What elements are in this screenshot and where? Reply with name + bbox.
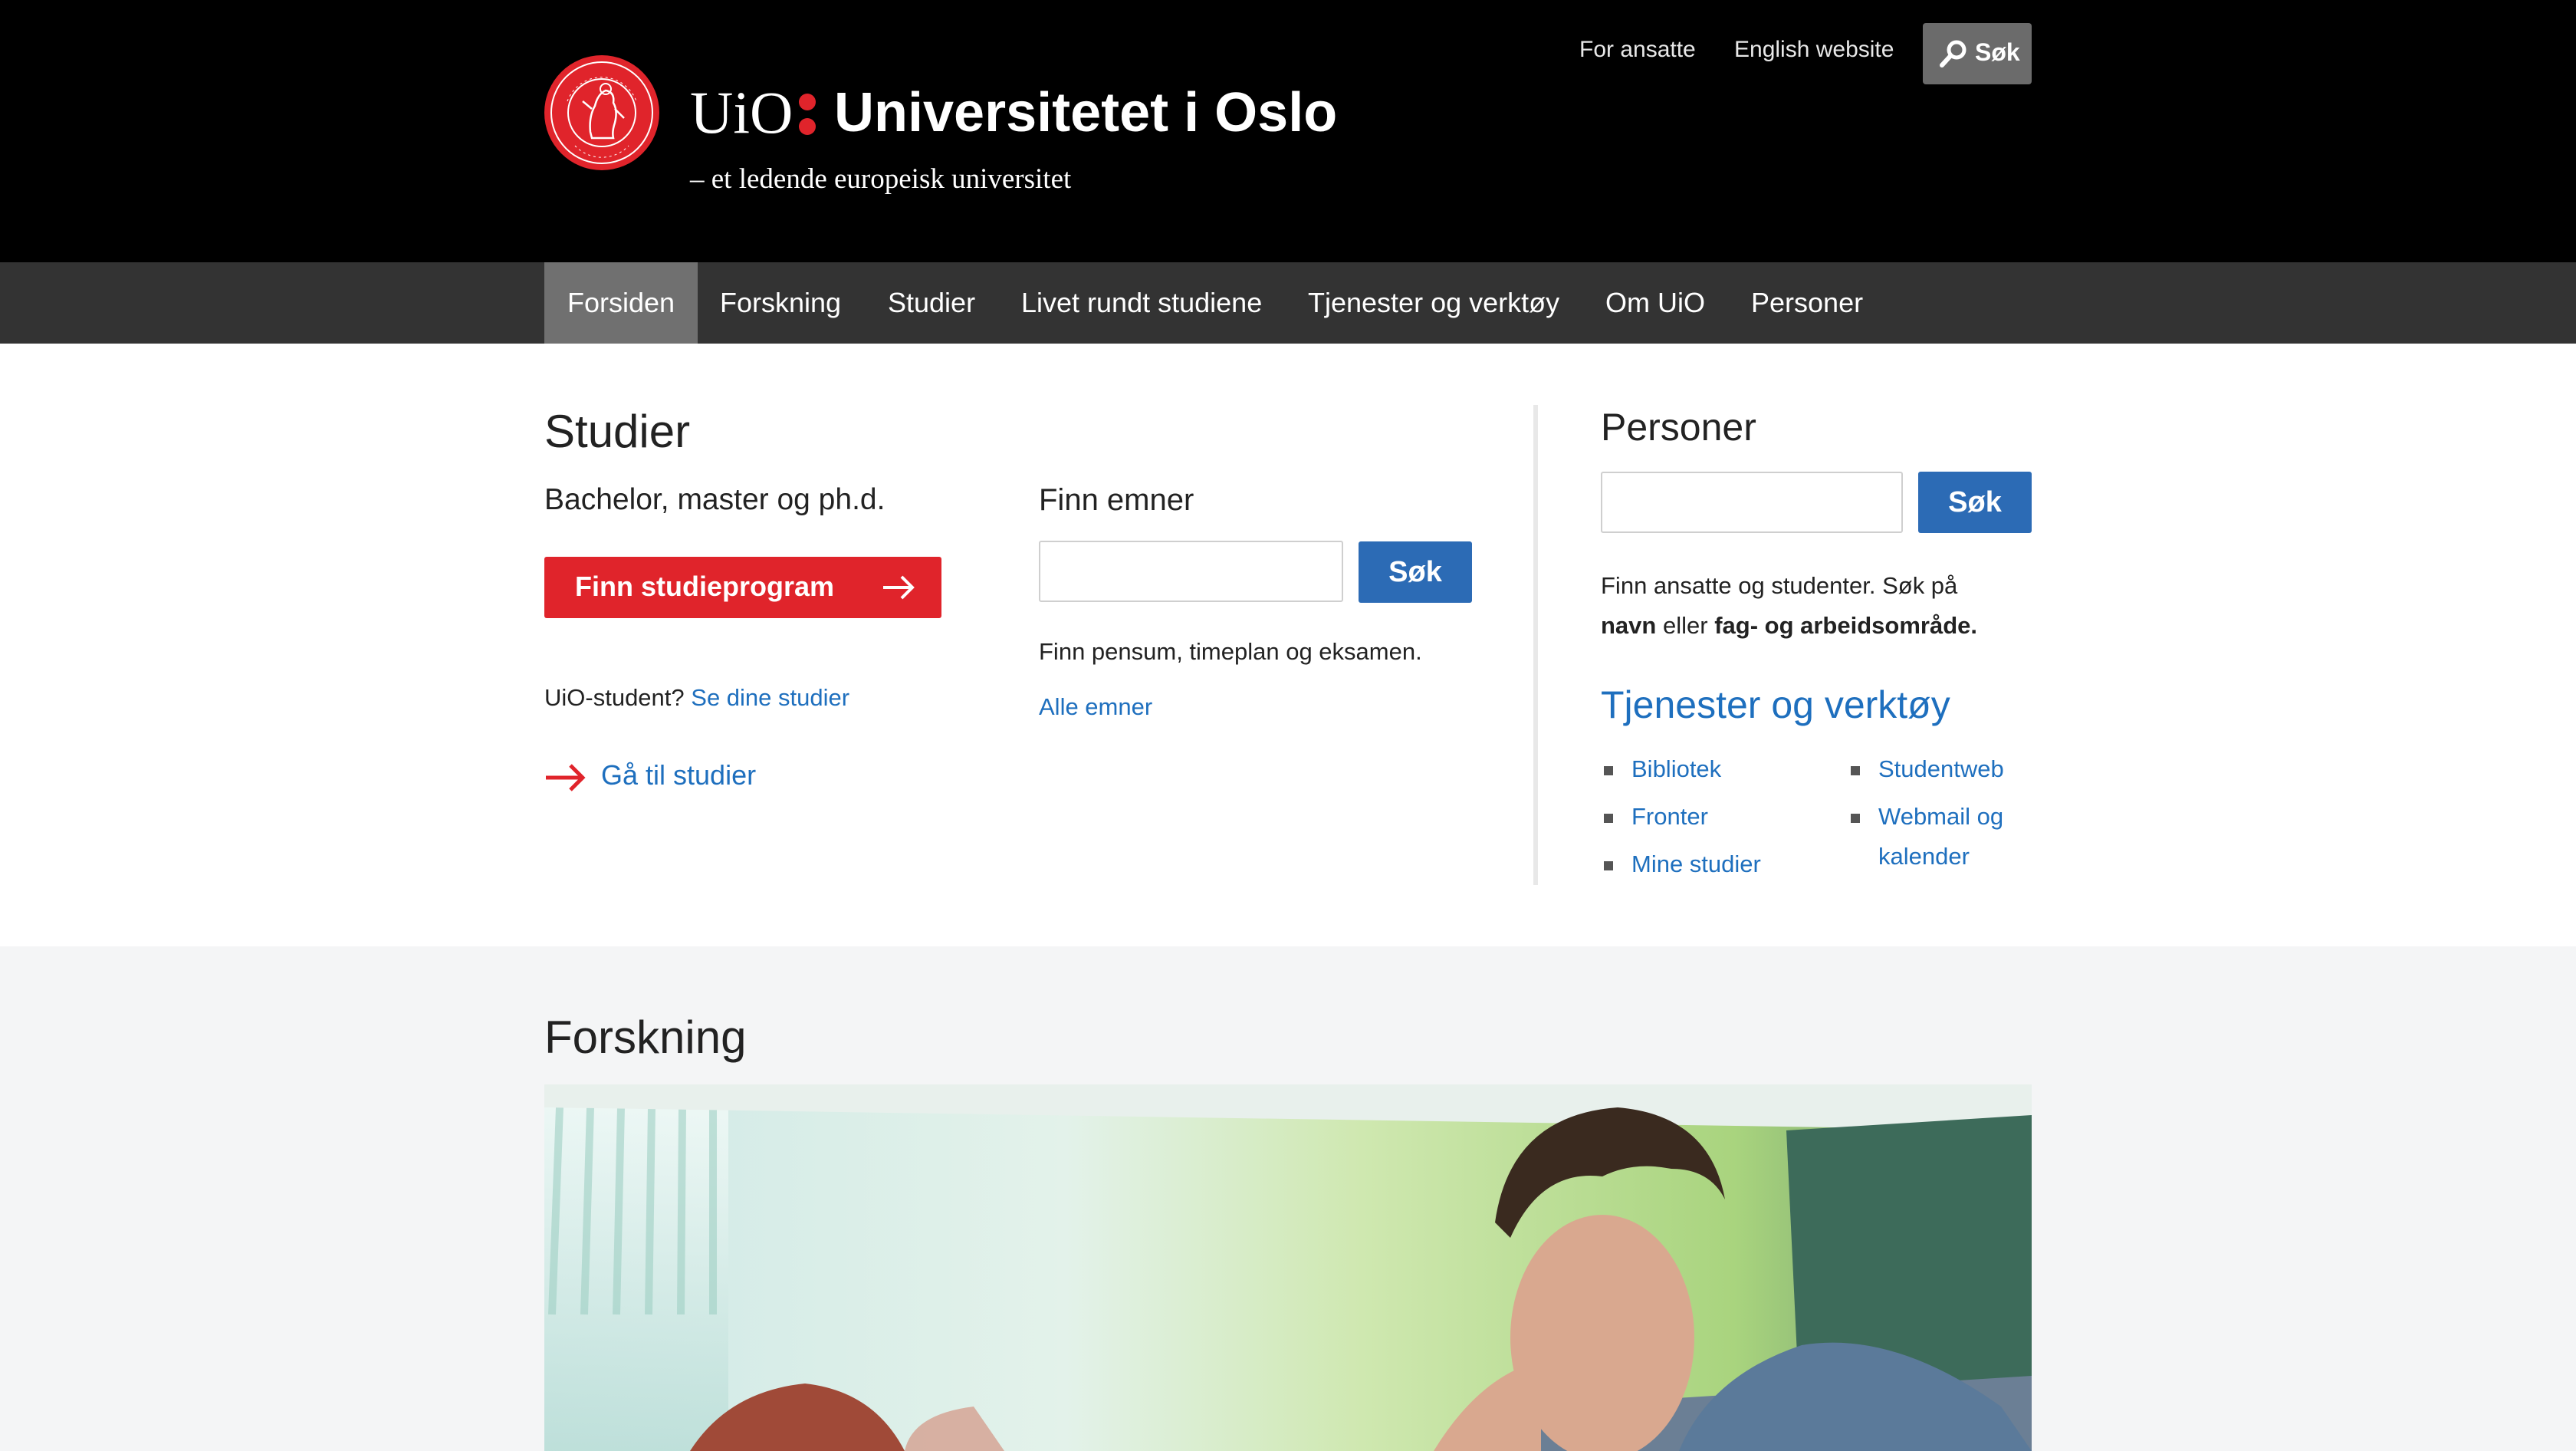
bibliotek-link[interactable]: Bibliotek xyxy=(1631,755,1721,782)
personer-desc-text: Finn ansatte og studenter. Søk på xyxy=(1601,572,1958,599)
fronter-link[interactable]: Fronter xyxy=(1631,803,1708,830)
header-search-button[interactable]: Søk xyxy=(1923,23,2032,84)
forskning-heading: Forskning xyxy=(544,1012,747,1063)
personer-search-input[interactable] xyxy=(1601,472,1903,533)
finn-studieprogram-label: Finn studieprogram xyxy=(575,571,835,602)
student-question-label: UiO-student? xyxy=(544,684,685,711)
brand-logo-text[interactable]: UiO xyxy=(690,78,793,147)
brand-separator xyxy=(799,94,817,137)
finn-emner-description: Finn pensum, timeplan og eksamen. xyxy=(1039,638,1422,665)
personer-desc-eller: eller xyxy=(1662,612,1708,639)
tagline: – et ledende europeisk universitet xyxy=(690,163,1072,195)
tjenester-heading[interactable]: Tjenester og verktøy xyxy=(1601,683,1950,727)
studier-heading: Studier xyxy=(544,406,691,457)
personer-description: Finn ansatte og studenter. Søk på navn e… xyxy=(1601,566,2030,646)
site-header: UiO Universitetet i Oslo – et ledende eu… xyxy=(0,0,2576,262)
nav-item-tjenester-og-verktoy[interactable]: Tjenester og verktøy xyxy=(1308,262,1559,344)
finn-studieprogram-button[interactable]: Finn studieprogram xyxy=(544,557,941,618)
column-divider xyxy=(1533,405,1538,885)
studier-subheading: Bachelor, master og ph.d. xyxy=(544,483,886,516)
list-item: Webmail og kalender xyxy=(1848,797,2039,877)
university-name[interactable]: Universitetet i Oslo xyxy=(834,78,1337,147)
header-search-label: Søk xyxy=(1975,38,2020,66)
arrow-right-icon xyxy=(883,575,915,600)
personer-desc-bold-navn: navn xyxy=(1601,612,1657,639)
search-icon xyxy=(1940,40,1967,67)
forskning-photo[interactable] xyxy=(544,1084,2032,1451)
webmail-og-kalender-link[interactable]: Webmail og kalender xyxy=(1878,803,2003,870)
nav-item-livet-rundt-studiene[interactable]: Livet rundt studiene xyxy=(1021,262,1262,344)
link-english-website[interactable]: English website xyxy=(1734,37,1894,63)
alle-emner-link[interactable]: Alle emner xyxy=(1039,693,1152,721)
mine-studier-link[interactable]: Mine studier xyxy=(1631,851,1761,877)
nav-item-om-uio[interactable]: Om UiO xyxy=(1605,262,1705,344)
tjenester-list-col2: Studentweb Webmail og kalender xyxy=(1848,745,2039,877)
emner-search-button[interactable]: Søk xyxy=(1359,541,1472,603)
uio-seal-icon[interactable] xyxy=(544,55,659,170)
student-question: UiO-student? Se dine studier xyxy=(544,684,849,712)
personer-desc-bold-fag: fag- og arbeidsområde. xyxy=(1714,612,1977,639)
main-nav: Forsiden Forskning Studier Livet rundt s… xyxy=(0,262,2576,344)
link-for-ansatte[interactable]: For ansatte xyxy=(1579,37,1696,63)
page: UiO Universitetet i Oslo – et ledende eu… xyxy=(0,0,2576,1451)
finn-emner-heading: Finn emner xyxy=(1039,483,1194,517)
nav-item-studier[interactable]: Studier xyxy=(888,262,975,344)
list-item: Mine studier xyxy=(1601,841,1761,888)
emner-search-input[interactable] xyxy=(1039,541,1343,602)
nav-item-personer[interactable]: Personer xyxy=(1751,262,1863,344)
arrow-right-icon xyxy=(546,764,586,791)
nav-item-forskning[interactable]: Forskning xyxy=(720,262,841,344)
tjenester-list-col1: Bibliotek Fronter Mine studier xyxy=(1601,745,1761,888)
ga-til-studier-label: Gå til studier xyxy=(601,759,757,791)
nav-item-forsiden[interactable]: Forsiden xyxy=(544,262,698,344)
se-dine-studier-link[interactable]: Se dine studier xyxy=(691,684,849,711)
list-item: Fronter xyxy=(1601,793,1761,841)
list-item: Bibliotek xyxy=(1601,745,1761,793)
studentweb-link[interactable]: Studentweb xyxy=(1878,755,2004,782)
personer-search-button[interactable]: Søk xyxy=(1918,472,2032,533)
list-item: Studentweb xyxy=(1848,745,2039,793)
personer-heading: Personer xyxy=(1601,406,1756,449)
